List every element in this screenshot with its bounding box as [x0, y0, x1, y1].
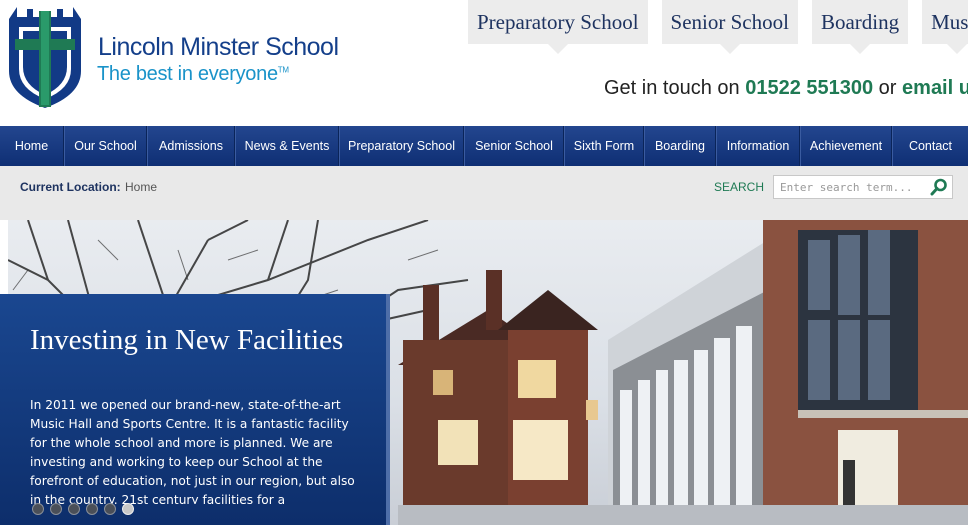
nav-home[interactable]: Home: [0, 126, 64, 166]
nav-contact[interactable]: Contact: [892, 126, 968, 166]
top-section-tabs: Preparatory School Senior School Boardin…: [468, 0, 968, 56]
slide-pager: [32, 503, 134, 515]
tagline-text: The best in everyone: [97, 63, 278, 85]
nav-information[interactable]: Information: [716, 126, 800, 166]
contact-line: Get in touch on 01522 551300 or email us: [604, 77, 968, 100]
slide-dot-1[interactable]: [32, 503, 44, 515]
top-tab-boarding[interactable]: Boarding: [811, 0, 909, 54]
hero-title[interactable]: Investing in New Facilities: [30, 324, 360, 356]
slide-dot-5[interactable]: [104, 503, 116, 515]
nav-preparatory-school[interactable]: Preparatory School: [339, 126, 464, 166]
nav-boarding[interactable]: Boarding: [644, 126, 716, 166]
contact-or: or: [873, 77, 903, 99]
hero-caption-panel: Investing in New Facilities In 2011 we o…: [0, 294, 390, 525]
hero-body-text: In 2011 we opened our brand-new, state-o…: [30, 398, 355, 504]
site-header: Lincoln Minster School The best in every…: [0, 0, 968, 126]
slide-dot-4[interactable]: [86, 503, 98, 515]
phone-number[interactable]: 01522 551300: [745, 77, 873, 99]
nav-achievement[interactable]: Achievement: [800, 126, 892, 166]
nav-our-school[interactable]: Our School: [64, 126, 147, 166]
trademark-mark: TM: [277, 65, 289, 75]
nav-news-events[interactable]: News & Events: [235, 126, 339, 166]
slide-dot-3[interactable]: [68, 503, 80, 515]
nav-admissions[interactable]: Admissions: [147, 126, 235, 166]
search-label: SEARCH: [714, 180, 765, 194]
search-icon[interactable]: [930, 178, 948, 196]
slide-dot-6[interactable]: [122, 503, 134, 515]
breadcrumb-current[interactable]: Home: [125, 180, 157, 194]
slide-dot-2[interactable]: [50, 503, 62, 515]
nav-sixth-form[interactable]: Sixth Form: [564, 126, 644, 166]
breadcrumb-label: Current Location:: [20, 180, 121, 194]
top-tab-preparatory-school[interactable]: Preparatory School: [468, 0, 648, 54]
top-tab-senior-school[interactable]: Senior School: [661, 0, 798, 54]
school-name[interactable]: Lincoln Minster School: [98, 33, 339, 62]
school-tagline: The best in everyoneTM: [97, 63, 289, 86]
email-us-link[interactable]: email us: [902, 77, 968, 99]
top-tab-music[interactable]: Music: [922, 0, 968, 54]
search-input[interactable]: [780, 179, 925, 196]
main-nav: Home Our School Admissions News & Events…: [0, 126, 968, 166]
nav-senior-school[interactable]: Senior School: [464, 126, 564, 166]
contact-prefix: Get in touch on: [604, 77, 746, 99]
school-crest-logo[interactable]: [7, 5, 83, 109]
